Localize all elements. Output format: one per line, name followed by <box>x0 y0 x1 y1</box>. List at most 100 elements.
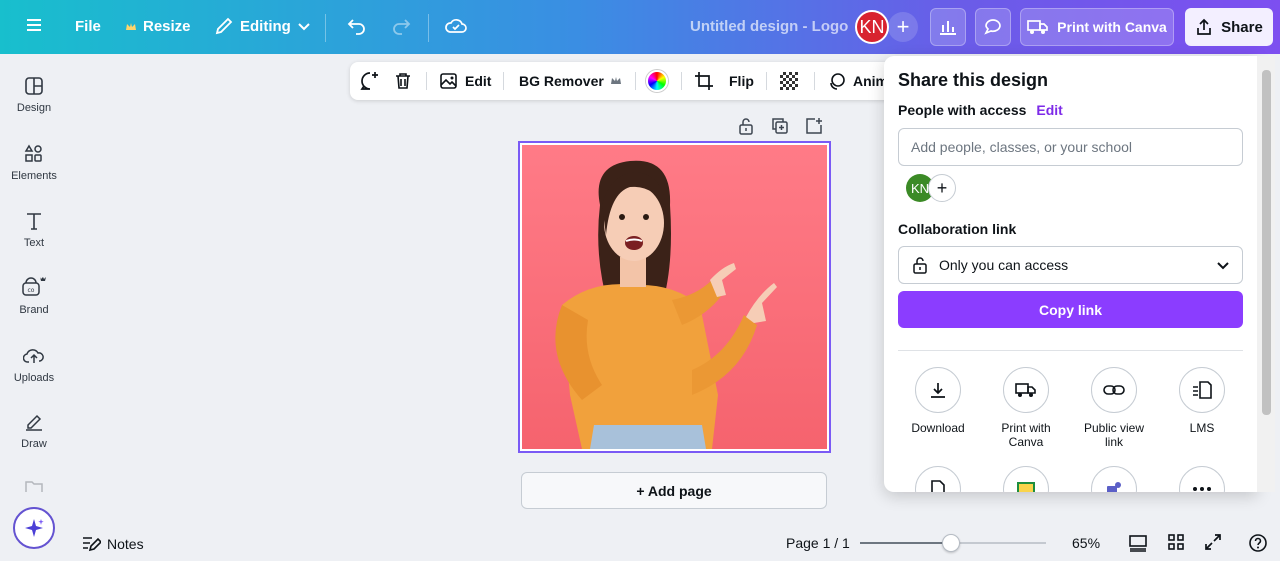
share-option-lms[interactable]: LMS <box>1162 367 1242 435</box>
comments-button[interactable] <box>975 8 1011 46</box>
sparkle-icon <box>23 517 45 539</box>
share-option-public-link[interactable]: Public view link <box>1074 367 1154 449</box>
crown-icon <box>610 75 622 87</box>
help-button[interactable] <box>1248 533 1268 553</box>
share-option-google-classroom[interactable] <box>986 466 1066 492</box>
canvas-photo[interactable] <box>522 145 827 449</box>
editing-label: Editing <box>240 17 291 35</box>
magic-assistant-button[interactable] <box>13 507 55 549</box>
bg-remover-label: BG Remover <box>519 73 604 89</box>
add-people-input[interactable] <box>898 128 1243 166</box>
insights-button[interactable] <box>930 8 966 46</box>
sidebar-item-label: Brand <box>19 304 49 316</box>
access-level-select[interactable]: Only you can access <box>898 246 1243 284</box>
duplicate-page-icon[interactable] <box>771 117 789 135</box>
share-button[interactable]: Share <box>1185 8 1273 46</box>
chevron-down-icon <box>297 19 311 33</box>
zoom-slider-thumb[interactable] <box>942 534 961 552</box>
teams-icon <box>1091 466 1137 492</box>
notes-label: Notes <box>107 536 144 552</box>
divider <box>766 72 767 90</box>
people-access-label: People with access <box>898 102 1027 118</box>
people-access-row: People with access Edit <box>898 102 1063 118</box>
animate-icon <box>827 71 847 91</box>
bar-chart-icon <box>938 18 958 36</box>
sidebar-item-draw[interactable]: Draw <box>0 412 68 450</box>
access-level-value: Only you can access <box>939 257 1069 273</box>
share-option-more[interactable] <box>1162 466 1242 492</box>
crop-icon <box>694 71 714 91</box>
woman-pointing-photo <box>555 160 777 449</box>
fullscreen-button[interactable] <box>1204 533 1222 551</box>
resize-label: Resize <box>143 18 191 35</box>
download-icon <box>915 367 961 413</box>
share-option-label: Download <box>911 421 965 435</box>
share-option-document[interactable] <box>898 466 978 492</box>
share-option-teams[interactable] <box>1074 466 1154 492</box>
design-canvas[interactable] <box>518 141 831 453</box>
top-bar: File Resize Editing Untitled design - Lo… <box>0 0 1280 54</box>
transparency-button[interactable] <box>780 62 798 100</box>
help-icon <box>1248 533 1268 553</box>
delete-button[interactable] <box>393 62 413 100</box>
menu-button[interactable] <box>26 17 42 33</box>
undo-button[interactable] <box>346 16 368 36</box>
share-panel: Share this design People with access Edi… <box>884 56 1257 492</box>
add-page-button[interactable]: + Add page <box>521 472 827 509</box>
add-comment-button[interactable] <box>359 62 381 100</box>
copy-link-button[interactable]: Copy link <box>898 291 1243 328</box>
share-option-print[interactable]: Print with Canva <box>986 367 1066 449</box>
sidebar-item-text[interactable]: Text <box>0 211 68 249</box>
file-menu[interactable]: File <box>75 18 101 35</box>
pages-view-button[interactable] <box>1128 533 1148 553</box>
invite-plus-button[interactable]: + <box>888 12 918 42</box>
resize-button[interactable]: Resize <box>125 18 191 35</box>
color-picker-button[interactable] <box>646 62 668 100</box>
edit-image-button[interactable]: Edit <box>439 62 491 100</box>
animate-button[interactable]: Anim <box>827 62 888 100</box>
link-icon <box>1091 367 1137 413</box>
share-option-download[interactable]: Download <box>898 367 978 435</box>
page-indicator[interactable]: Page 1 / 1 <box>786 535 850 551</box>
add-member-button[interactable]: + <box>928 174 956 202</box>
share-option-label: Public view link <box>1083 421 1145 449</box>
design-title[interactable]: Untitled design - Logo <box>690 18 848 35</box>
grid-view-button[interactable] <box>1167 533 1185 551</box>
user-avatar[interactable]: KN <box>855 10 889 44</box>
scrollbar-thumb[interactable] <box>1262 70 1271 415</box>
sidebar-item-label: Uploads <box>13 372 55 384</box>
sidebar-item-design[interactable]: Design <box>0 76 68 114</box>
zoom-slider[interactable] <box>860 534 1046 552</box>
elements-icon <box>24 144 44 164</box>
redo-button[interactable] <box>390 16 412 36</box>
add-page-icon[interactable] <box>805 117 823 135</box>
bg-remover-button[interactable]: BG Remover <box>519 62 622 100</box>
sidebar-item-label: Text <box>23 237 45 249</box>
edit-access-link[interactable]: Edit <box>1036 102 1062 118</box>
crop-button[interactable] <box>694 62 714 100</box>
notes-button[interactable]: Notes <box>81 535 144 553</box>
flip-button[interactable]: Flip <box>729 62 754 100</box>
brand-icon: co <box>21 276 47 298</box>
draw-pen-icon <box>23 412 45 432</box>
lms-icon <box>1179 367 1225 413</box>
truck-icon <box>1003 367 1049 413</box>
zoom-level[interactable]: 65% <box>1072 535 1100 551</box>
share-label: Share <box>1221 18 1263 36</box>
crown-icon <box>125 21 137 33</box>
sidebar-item-projects[interactable] <box>0 480 68 492</box>
sidebar-item-label: Elements <box>11 170 57 182</box>
print-with-canva-button[interactable]: Print with Canva <box>1020 8 1174 46</box>
truck-icon <box>1027 19 1049 35</box>
redo-icon <box>390 16 412 36</box>
share-panel-scrollbar[interactable] <box>1257 56 1275 492</box>
sidebar-item-uploads[interactable]: Uploads <box>0 346 68 384</box>
cloud-save-status[interactable] <box>444 16 468 36</box>
design-icon <box>24 76 44 96</box>
lock-icon[interactable] <box>737 117 755 135</box>
google-classroom-icon <box>1003 466 1049 492</box>
editing-mode-button[interactable]: Editing <box>214 16 311 36</box>
sidebar-item-elements[interactable]: Elements <box>0 144 68 182</box>
divider <box>814 72 815 90</box>
sidebar-item-brand[interactable]: co Brand <box>0 276 68 316</box>
